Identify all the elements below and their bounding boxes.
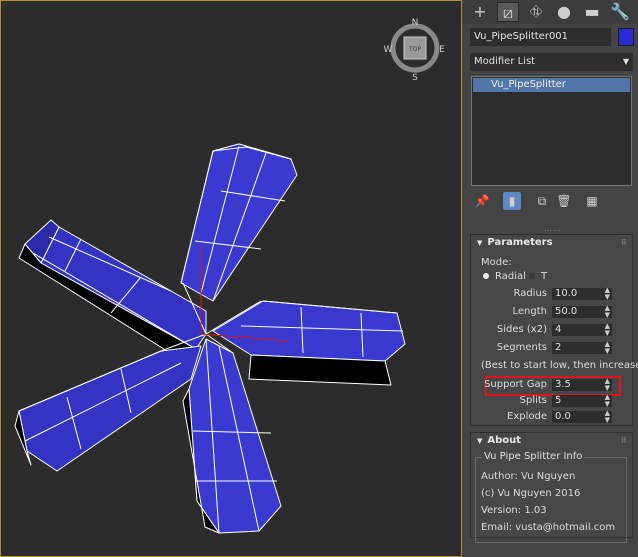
segments-value: 2 [555, 342, 562, 353]
modifier-stack-item[interactable]: Vu_PipeSplitter [473, 78, 630, 92]
radius-label: Radius [513, 288, 547, 299]
mode-t-label: T [541, 271, 548, 282]
segments-spinner[interactable]: 2 ▲ ▼ [552, 341, 612, 355]
about-email: Email: vusta@hotmail.com [481, 522, 616, 533]
spinner-arrows-icon[interactable]: ▲ ▼ [605, 410, 610, 424]
radio-selected-icon [483, 273, 489, 279]
segments-label: Segments [496, 342, 547, 353]
display-tab[interactable]: ▬ [581, 2, 603, 22]
modify-tab[interactable]: ⧄ [497, 2, 519, 22]
spinner-arrows-icon[interactable]: ▲ ▼ [605, 323, 610, 337]
show-end-result-icon[interactable]: ▮ [503, 192, 521, 210]
explode-label: Explode [507, 411, 547, 422]
viewcube-top-label[interactable]: TOP [408, 46, 421, 53]
support-gap-label: Support Gap [484, 379, 547, 390]
plus-icon: + [473, 2, 487, 21]
length-spinner[interactable]: 50.0 ▲ ▼ [552, 305, 612, 319]
sides-value: 4 [555, 324, 562, 335]
length-label: Length [512, 306, 548, 317]
length-value: 50.0 [555, 306, 578, 317]
support-gap-value: 3.5 [555, 379, 571, 390]
parameters-rollout: ▼ Parameters ⠿ Mode: Radial T Radius 10.0… [470, 234, 638, 426]
sides-spinner[interactable]: 4 ▲ ▼ [552, 323, 612, 337]
motion-icon: ● [557, 2, 571, 21]
spinner-arrows-icon[interactable]: ▲ ▼ [605, 305, 610, 319]
mode-radial-option[interactable]: Radial [483, 271, 526, 282]
make-unique-icon[interactable]: ⧉ [533, 192, 551, 210]
create-tab[interactable]: + [469, 2, 491, 22]
object-color-swatch[interactable] [618, 28, 634, 46]
wrench-icon: 🔧 [610, 2, 630, 21]
explode-spinner[interactable]: 0.0 ▲ ▼ [552, 410, 612, 424]
hierarchy-tab[interactable]: ⛗ [525, 2, 547, 22]
explode-value: 0.0 [555, 411, 571, 422]
about-title: About [487, 435, 522, 446]
trash-icon[interactable]: 🗑 [555, 192, 573, 210]
sides-label: Sides (x2) [496, 324, 547, 335]
command-panel: + ⧄ ⛗ ● ▬ 🔧 Vu_PipeSplitter001 Modifier … [463, 0, 638, 557]
support-gap-spinner[interactable]: 3.5 ▲ ▼ [552, 378, 612, 392]
spinner-arrows-icon[interactable]: ▲ ▼ [605, 287, 610, 301]
modifier-list-dropdown[interactable]: Modifier List ▼ [470, 53, 633, 71]
radius-value: 10.0 [555, 288, 578, 299]
about-info-group: Vu Pipe Splitter Info Author: Vu Nguyen … [475, 451, 627, 543]
radius-spinner[interactable]: 10.0 ▲ ▼ [552, 287, 612, 301]
object-name-field[interactable]: Vu_PipeSplitter001 [470, 28, 611, 46]
compass-south-label: S [412, 73, 418, 83]
stack-toolbar: 📌 ▮ ⧉ 🗑 ▦ [471, 190, 632, 212]
splits-spinner[interactable]: 5 ▲ ▼ [552, 394, 612, 408]
about-rollout-header[interactable]: ▼ About ⠿ [471, 433, 632, 449]
display-icon: ▬ [584, 2, 600, 21]
mode-radial-label: Radial [495, 271, 526, 282]
mode-t-option[interactable]: T [529, 271, 547, 282]
configure-modifier-sets-icon[interactable]: ▦ [583, 192, 601, 210]
collapse-triangle-icon: ▼ [477, 437, 483, 445]
about-version: Version: 1.03 [481, 505, 547, 516]
grip-icon: ⠿ [620, 238, 627, 247]
compass-west-label: W [384, 45, 393, 55]
compass-east-label: E [439, 45, 445, 55]
splits-value: 5 [555, 395, 562, 406]
pin-stack-icon[interactable]: 📌 [473, 192, 491, 210]
pipe-splitter-mesh: TOP N S E W [14, 18, 445, 534]
about-rollout: ▼ About ⠿ Vu Pipe Splitter Info Author: V… [470, 432, 633, 543]
about-group-label: Vu Pipe Splitter Info [482, 451, 585, 462]
chevron-down-icon: ▼ [622, 57, 629, 66]
radio-unselected-icon [529, 273, 535, 279]
modifier-list-label: Modifier List [474, 56, 536, 67]
motion-tab[interactable]: ● [553, 2, 575, 22]
grip-icon: ⠿ [620, 436, 627, 445]
utilities-tab[interactable]: 🔧 [609, 2, 631, 22]
command-panel-tabs: + ⧄ ⛗ ● ▬ 🔧 [463, 0, 638, 24]
panel-divider[interactable]: …… [544, 224, 562, 233]
perspective-viewport[interactable]: TOP N S E W [0, 0, 462, 557]
spinner-arrows-icon[interactable]: ▲ ▼ [605, 378, 610, 392]
modifier-stack[interactable]: Vu_PipeSplitter [471, 76, 632, 186]
splits-label: Splits [519, 395, 547, 406]
collapse-triangle-icon: ▼ [477, 239, 483, 247]
compass-north-label: N [412, 18, 419, 28]
hierarchy-icon: ⛗ [529, 2, 543, 21]
mode-label: Mode: [481, 257, 512, 268]
about-copyright: (c) Vu Nguyen 2016 [481, 488, 581, 499]
spinner-arrows-icon[interactable]: ▲ ▼ [605, 394, 610, 408]
parameters-title: Parameters [487, 237, 553, 248]
about-author: Author: Vu Nguyen [481, 471, 576, 482]
segments-hint: (Best to start low, then increase) [481, 360, 638, 371]
spinner-arrows-icon[interactable]: ▲ ▼ [605, 341, 610, 355]
parameters-rollout-header[interactable]: ▼ Parameters ⠿ [471, 235, 632, 251]
modify-icon: ⧄ [502, 3, 514, 22]
